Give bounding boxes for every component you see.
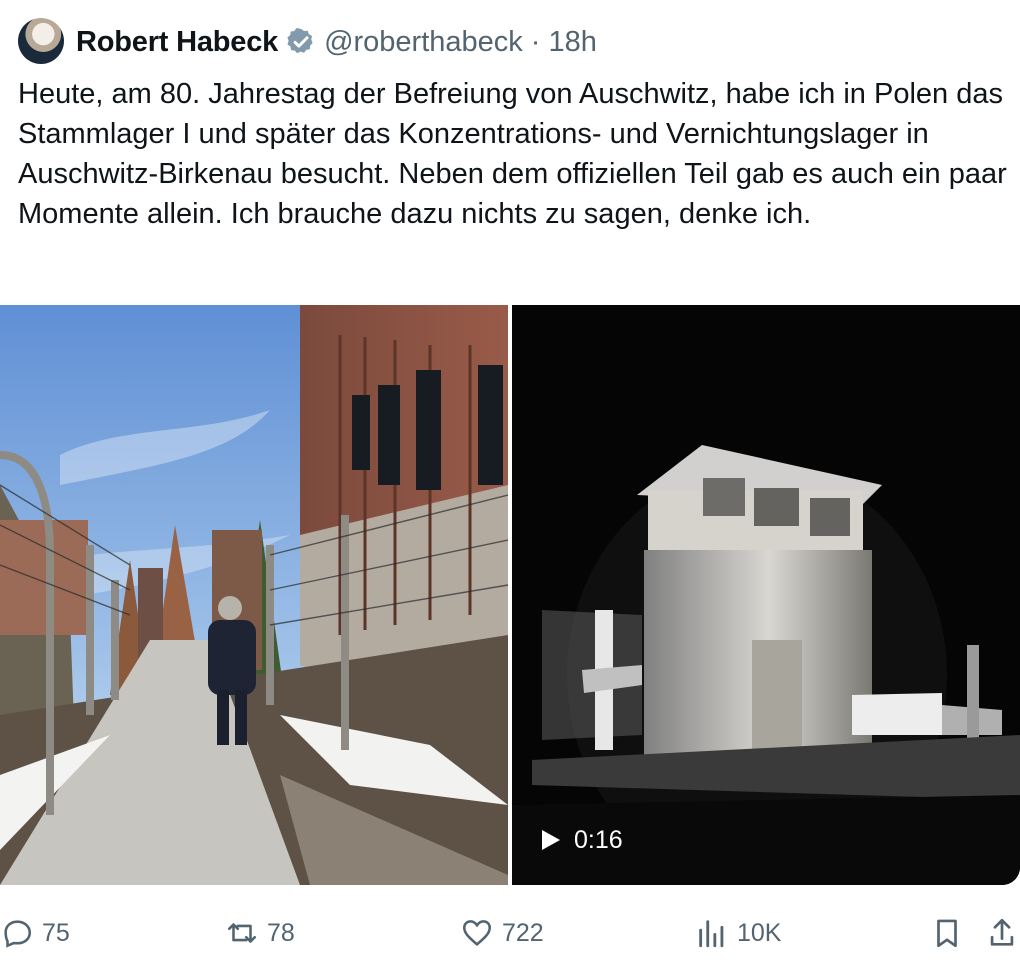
- like-icon: [462, 920, 492, 946]
- reply-count: 75: [42, 918, 70, 947]
- share-icon: [990, 918, 1014, 946]
- repost-button[interactable]: 78: [225, 905, 295, 961]
- avatar[interactable]: [18, 18, 64, 64]
- like-count: 722: [502, 918, 544, 947]
- video-duration: 0:16: [574, 825, 623, 854]
- bookmark-icon: [937, 919, 957, 948]
- play-icon[interactable]: [540, 828, 562, 852]
- reply-button[interactable]: 75: [0, 905, 70, 961]
- views-button[interactable]: 10K: [695, 905, 781, 961]
- repost-count: 78: [267, 918, 295, 947]
- video-player[interactable]: 0:16: [512, 305, 1020, 885]
- camp-photo-illustration: [0, 305, 509, 885]
- share-button[interactable]: [985, 905, 1019, 961]
- video-duration-badge: 0:16: [540, 825, 623, 855]
- tweet-text: Heute, am 80. Jahrestag der Befreiung vo…: [18, 78, 1007, 230]
- tweet-time[interactable]: 18h: [548, 26, 596, 59]
- views-icon: [699, 920, 724, 948]
- verified-badge-icon: [287, 27, 313, 54]
- photo-camp-path[interactable]: [0, 305, 509, 885]
- tweet-media: 0:16: [0, 305, 1020, 885]
- author-handle[interactable]: @roberthabeck: [324, 26, 523, 59]
- tweet-actions: 75 78 722 10K: [0, 905, 1020, 961]
- views-count: 10K: [737, 918, 782, 947]
- reply-icon: [4, 920, 32, 948]
- watchtower-video-frame: [512, 305, 1020, 885]
- header-separator: ·: [530, 25, 541, 58]
- tweet-header: Robert Habeck @roberthabeck · 18h: [76, 20, 597, 64]
- like-button[interactable]: 722: [460, 905, 544, 961]
- repost-icon: [227, 923, 257, 943]
- author-name[interactable]: Robert Habeck: [76, 26, 278, 59]
- bookmark-button[interactable]: [930, 905, 964, 961]
